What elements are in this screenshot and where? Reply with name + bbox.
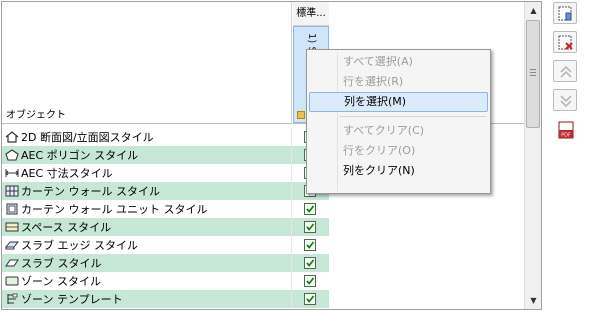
drawing-file-icon [297,111,305,119]
object-label: AEC 寸法スタイル [21,167,113,180]
checkbox-checked[interactable] [304,275,316,287]
column-title[interactable]: 標準... [293,2,329,26]
check-cell[interactable] [292,200,328,218]
table-row[interactable]: カーテン ウォール ユニット スタイル [2,200,329,218]
object-label: スラブ スタイル [21,257,102,270]
move-up-button[interactable] [553,60,577,82]
object-name-cell[interactable]: スラブ エッジ スタイル [2,236,292,254]
object-label: スラブ エッジ スタイル [21,239,138,252]
curtain-wall-unit-style-icon [5,203,19,215]
check-cell[interactable] [292,254,328,272]
table-row[interactable]: ゾーン テンプレート [2,290,329,308]
checkbox-checked[interactable] [304,293,316,305]
object-label: 2D 断面図/立面図スタイル [21,131,154,144]
table-row[interactable]: スラブ エッジ スタイル [2,236,329,254]
object-name-cell[interactable]: ゾーン スタイル [2,272,292,290]
object-name-cell[interactable]: カーテン ウォール スタイル [2,182,292,200]
menu-separator [339,116,486,117]
table-row[interactable]: 2D 断面図/立面図スタイル [2,128,329,146]
check-cell[interactable] [292,236,328,254]
section-elevation-style-icon [5,131,19,143]
check-cell[interactable] [292,290,328,308]
move-down-button[interactable] [553,89,577,111]
slab-edge-style-icon [4,239,20,251]
pdf-report-button[interactable]: PDF [553,118,577,140]
checkbox-checked[interactable] [304,221,316,233]
object-name-cell[interactable]: AEC ポリゴン スタイル [2,146,292,164]
polygon-style-icon [5,149,19,161]
object-label: カーテン ウォール ユニット スタイル [21,203,208,216]
object-label: スペース スタイル [21,221,112,234]
object-name-cell[interactable]: AEC 寸法スタイル [2,164,292,182]
check-cell[interactable] [292,218,328,236]
space-style-icon [5,221,19,233]
object-label: AEC ポリゴン スタイル [21,149,139,162]
object-name-cell[interactable]: ゾーン テンプレート [2,290,292,308]
object-rows: 2D 断面図/立面図スタイル AEC ポリゴン スタイル AEC 寸法スタイル … [2,128,329,308]
object-header: オブジェクト [2,2,292,124]
checkbox-checked[interactable] [304,203,316,215]
check-cell[interactable] [292,272,328,290]
table-row[interactable]: スペース スタイル [2,218,329,236]
vertical-scrollbar[interactable]: ▲ ▼ [524,2,541,309]
scroll-down-icon[interactable]: ▼ [525,292,542,309]
context-menu: すべて選択(A) 行を選択(R) 列を選択(M) すべてクリア(C) 行をクリア… [306,49,491,194]
zone-template-icon [5,293,19,305]
table-row[interactable]: AEC 寸法スタイル [2,164,329,182]
object-label: ゾーン スタイル [21,275,101,288]
object-name-cell[interactable]: スペース スタイル [2,218,292,236]
object-name-cell[interactable]: カーテン ウォール ユニット スタイル [2,200,292,218]
table-row[interactable]: カーテン ウォール スタイル [2,182,329,200]
object-column-label: オブジェクト [6,110,66,121]
zone-style-icon [5,275,19,287]
checkbox-checked[interactable] [304,239,316,251]
object-label: ゾーン テンプレート [21,293,123,306]
remove-drawing-button[interactable] [553,31,577,53]
grip-icon [530,69,536,76]
curtain-wall-style-icon [5,185,19,197]
add-drawing-button[interactable] [553,2,577,24]
table-row[interactable]: スラブ スタイル [2,254,329,272]
scrollbar-thumb[interactable] [526,20,540,128]
menu-item-select-row[interactable]: 行を選択(R) [309,72,488,92]
object-label: カーテン ウォール スタイル [21,185,160,198]
object-name-cell[interactable]: スラブ スタイル [2,254,292,272]
menu-item-clear-all[interactable]: すべてクリア(C) [309,121,488,141]
object-name-cell[interactable]: 2D 断面図/立面図スタイル [2,128,292,146]
menu-item-select-all[interactable]: すべて選択(A) [309,52,488,72]
menu-item-select-column[interactable]: 列を選択(M) [309,92,488,112]
checkbox-checked[interactable] [304,257,316,269]
table-row[interactable]: AEC ポリゴン スタイル [2,146,329,164]
dimension-style-icon [5,167,19,179]
menu-item-clear-row[interactable]: 行をクリア(O) [309,141,488,161]
scroll-up-icon[interactable]: ▲ [525,2,542,19]
slab-style-icon [5,257,19,269]
svg-text:PDF: PDF [561,133,571,139]
table-row[interactable]: ゾーン スタイル [2,272,329,290]
menu-item-clear-column[interactable]: 列をクリア(N) [309,161,488,181]
